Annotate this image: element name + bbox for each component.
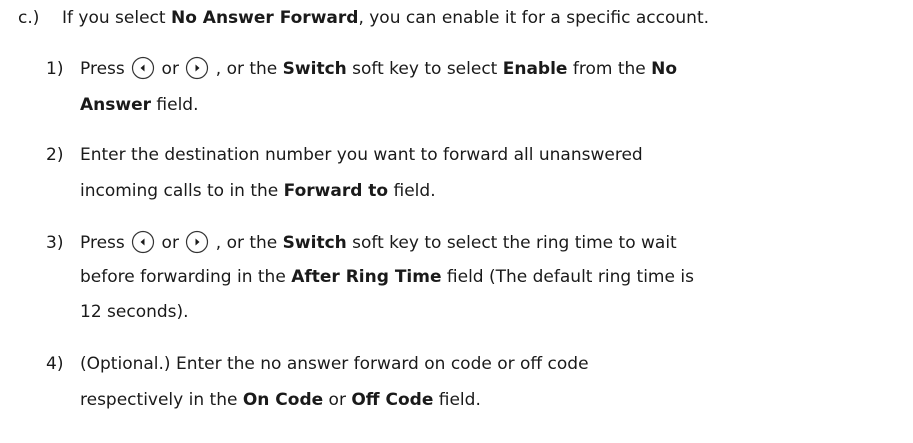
intro-text-1: If you select [62,8,171,28]
step-3-text: soft key to select the ring time to wait [346,233,677,253]
step-3-text: field (The default ring time is [441,267,694,287]
step-4-line-2: respectively in the On Code or Off Code … [80,388,481,412]
step-3-line-1: Press or , or the Switch soft key to sel… [80,230,677,255]
step-1-bold-enable: Enable [502,59,568,79]
step-1-bold-switch: Switch [282,59,347,79]
step-1-text: or [156,59,185,79]
step-1-line-2: Answer field. [80,93,199,117]
step-1-text: Press [80,59,131,79]
step-1-marker: 1) [46,59,64,79]
step-3-text: , or the [210,233,283,253]
step-3-bold-switch: Switch [282,233,347,253]
step-3-marker: 3) [46,233,64,253]
step-2-line-1: Enter the destination number you want to… [80,145,643,165]
intro-line: If you select No Answer Forward, you can… [62,6,709,30]
step-1-bold-no: No [651,59,678,79]
step-3-text: or [156,233,185,253]
step-1-bold-answer: Answer [80,95,151,115]
step-2-text: field. [388,181,436,201]
step-1-line-1: Press or , or the Switch soft key to sel… [80,56,678,81]
step-3-bold-after-ring-time: After Ring Time [291,267,442,287]
step-1-text: field. [151,95,199,115]
step-1-text: soft key to select [346,59,503,79]
step-4-bold-on-code: On Code [242,390,324,410]
step-4-marker: 4) [46,354,64,374]
step-1-text: from the [567,59,652,79]
step-4-bold-off-code: Off Code [351,390,434,410]
document-page: c.) If you select No Answer Forward, you… [0,0,913,443]
list-marker-c: c.) [18,8,40,28]
step-2-line-2: incoming calls to in the Forward to fiel… [80,179,436,203]
step-4-text: or [323,390,352,410]
step-3-line-3: 12 seconds). [80,302,189,322]
step-3-line-2: before forwarding in the After Ring Time… [80,265,694,289]
step-2-marker: 2) [46,145,64,165]
step-3-text: Press [80,233,131,253]
right-navigation-key-icon [185,56,209,80]
step-4-text: field. [433,390,481,410]
right-navigation-key-icon [185,230,209,254]
step-4-text: respectively in the [80,390,243,410]
step-4-line-1: (Optional.) Enter the no answer forward … [80,354,589,374]
left-navigation-key-icon [131,56,155,80]
step-2-bold-forward-to: Forward to [283,181,389,201]
step-3-text: before forwarding in the [80,267,292,287]
left-navigation-key-icon [131,230,155,254]
intro-text-2: , you can enable it for a specific accou… [358,8,710,28]
intro-bold-no-answer-forward: No Answer Forward [170,8,359,28]
step-2-text: incoming calls to in the [80,181,284,201]
step-1-text: , or the [210,59,283,79]
